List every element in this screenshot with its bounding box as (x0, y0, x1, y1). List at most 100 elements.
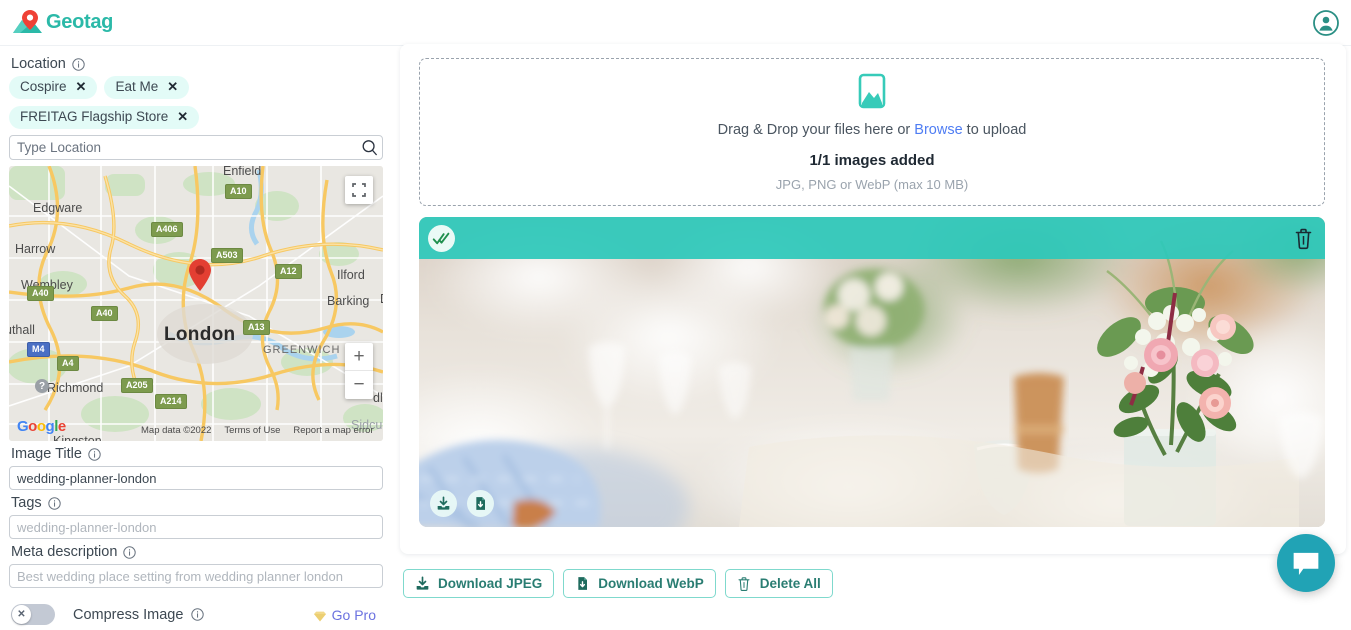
map-town-label: dle (373, 391, 383, 405)
road-shield: A214 (155, 394, 187, 409)
fullscreen-icon[interactable] (345, 176, 373, 204)
meta-description-input[interactable] (9, 564, 383, 588)
search-icon[interactable] (361, 139, 378, 156)
bottom-action-bar: Download JPEG Download WebP Delete All (403, 569, 833, 598)
compress-row: ✕ Compress Image Go Pro (9, 604, 386, 625)
image-title-label: Image Title (11, 446, 82, 462)
zoom-in-button[interactable]: + (345, 343, 373, 371)
map-town-label: Edgware (33, 201, 83, 215)
tags-label: Tags (11, 495, 42, 511)
image-card-topbar (419, 217, 1325, 259)
map-zoom-controls[interactable]: + − (345, 343, 373, 399)
road-shield: A503 (211, 248, 243, 263)
map-data-text: Map data ©2022 (141, 425, 212, 436)
info-icon[interactable] (72, 57, 85, 71)
delete-all-label: Delete All (759, 576, 821, 591)
brand-logo[interactable]: Geotag (10, 8, 113, 38)
uploaded-image-card (419, 217, 1325, 527)
sidebar-panel: Location Cospire ✕ Eat Me ✕ FREITAG Flag… (0, 46, 395, 630)
search-input[interactable] (9, 135, 383, 160)
browse-link[interactable]: Browse (914, 122, 962, 138)
double-check-icon (428, 224, 455, 252)
trash-icon[interactable] (1293, 227, 1314, 250)
chip-label: Eat Me (115, 79, 159, 94)
download-image-icon[interactable] (430, 490, 457, 517)
location-label: Location (11, 56, 66, 72)
map-city-label: London (164, 324, 236, 345)
location-chip[interactable]: Cospire ✕ (9, 76, 98, 99)
tags-input[interactable] (9, 515, 383, 539)
close-icon[interactable]: ✕ (76, 79, 87, 95)
dropzone-prompt-suffix: to upload (962, 122, 1027, 138)
brand-name: Geotag (46, 11, 114, 33)
road-shield: A205 (121, 378, 153, 393)
map-town-label: Harrow (15, 242, 56, 256)
location-chip[interactable]: Eat Me ✕ (104, 76, 190, 99)
image-title-input[interactable] (9, 466, 383, 490)
location-pin-icon (187, 258, 213, 292)
app-header: Geotag (0, 0, 1351, 46)
map-town-label: Kingston (53, 434, 102, 441)
image-card-actions (430, 490, 494, 517)
chat-bubble-icon[interactable] (1277, 534, 1335, 592)
chip-label: Cospire (20, 79, 67, 94)
map-pin-mountain-icon (10, 8, 44, 38)
info-icon[interactable] (123, 545, 137, 559)
map-area-label: GREENWICH (263, 344, 341, 356)
terms-of-use-link[interactable]: Terms of Use (224, 425, 280, 436)
uploaded-photo (419, 217, 1325, 527)
image-placeholder-icon (853, 72, 891, 110)
location-label-row: Location (11, 56, 386, 72)
road-shield: A406 (151, 222, 183, 237)
road-shield: A4 (57, 356, 79, 371)
meta-description-label-row: Meta description (11, 544, 386, 560)
images-added-count: 1/1 images added (809, 152, 935, 169)
download-file-icon (575, 576, 590, 591)
meta-description-label: Meta description (11, 544, 118, 560)
compress-image-label: Compress Image (73, 606, 184, 623)
compress-image-toggle[interactable]: ✕ (11, 604, 55, 625)
road-shield: A13 (243, 320, 270, 335)
image-title-group: Image Title (9, 446, 386, 490)
download-webp-button[interactable]: Download WebP (563, 569, 716, 598)
go-pro-label: Go Pro (331, 606, 376, 623)
location-chip[interactable]: FREITAG Flagship Store ✕ (9, 106, 200, 129)
chip-label: FREITAG Flagship Store (20, 109, 169, 124)
map-town-label: Dag (380, 292, 383, 306)
road-shield: M4 (27, 342, 50, 357)
info-icon[interactable] (47, 496, 61, 510)
location-search-wrap (9, 135, 386, 160)
info-icon[interactable] (191, 608, 205, 621)
road-shield: A10 (225, 184, 252, 199)
accepted-formats-text: JPG, PNG or WebP (max 10 MB) (775, 177, 969, 192)
download-jpeg-button[interactable]: Download JPEG (403, 569, 555, 598)
go-pro-link[interactable]: Go Pro (313, 607, 386, 623)
map-town-label: Richmond (47, 381, 104, 395)
download-webp-label: Download WebP (598, 576, 704, 591)
download-jpeg-label: Download JPEG (438, 576, 543, 591)
location-map[interactable]: Enfield Edgware Harrow Wembley Ilford Ba… (9, 166, 383, 441)
delete-all-button[interactable]: Delete All (724, 569, 833, 598)
close-icon[interactable]: ✕ (167, 79, 178, 95)
diamond-icon (313, 609, 327, 622)
meta-description-group: Meta description (9, 544, 386, 588)
map-town-label: Enfield (223, 166, 262, 178)
report-map-error-link[interactable]: Report a map error (293, 425, 373, 436)
tags-label-row: Tags (11, 495, 386, 511)
road-shield: A40 (91, 306, 118, 321)
zoom-out-button[interactable]: − (345, 371, 373, 399)
info-icon[interactable] (88, 447, 101, 461)
dropzone-prompt-prefix: Drag & Drop your files here or (717, 122, 915, 138)
app-root: Geotag Location Cospire ✕ Eat Me ✕ FREIT… (0, 0, 1351, 630)
dropzone[interactable]: Drag & Drop your files here or Browse to… (419, 58, 1325, 206)
toggle-knob: ✕ (12, 605, 31, 624)
account-circle-icon[interactable] (1313, 9, 1339, 36)
dropzone-prompt: Drag & Drop your files here or Browse to… (718, 122, 1027, 138)
download-file-icon[interactable] (467, 490, 494, 517)
map-town-label: Barking (327, 294, 370, 308)
help-badge-icon: ? (35, 379, 49, 393)
close-icon[interactable]: ✕ (177, 109, 188, 125)
map-town-label: Ilford (337, 268, 365, 282)
upload-panel: Drag & Drop your files here or Browse to… (400, 44, 1346, 554)
compress-label-row: Compress Image (73, 606, 205, 623)
